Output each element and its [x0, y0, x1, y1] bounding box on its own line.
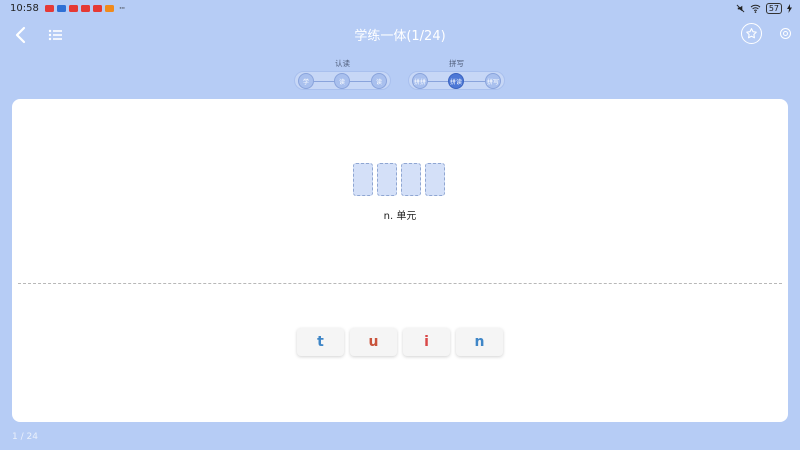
exercise-card: n. 单元 t u i n	[12, 99, 788, 422]
answer-slot[interactable]	[353, 163, 373, 196]
letter-tile[interactable]: n	[456, 328, 503, 356]
mute-icon	[736, 4, 745, 13]
status-bar: 10:58 ··· 57	[0, 0, 800, 17]
favorite-button[interactable]	[741, 23, 762, 44]
answer-slots	[353, 163, 445, 196]
answer-slot[interactable]	[401, 163, 421, 196]
word-meaning: n. 单元	[383, 211, 417, 222]
stage-track: 学 读 读	[294, 71, 391, 90]
letter-options: t u i n	[297, 328, 503, 356]
app-notification-icon	[44, 5, 54, 12]
stage-label: 认读	[335, 59, 350, 68]
stage-group-spell: 拼写 拼拼 拼读 拼写	[408, 58, 505, 92]
system-status: 57	[736, 3, 792, 14]
app-notification-icon	[56, 5, 66, 12]
app-notification-icon	[68, 5, 78, 12]
dashed-divider	[18, 283, 782, 284]
page-indicator: 1 / 24	[12, 432, 38, 442]
stage-step[interactable]: 拼拼	[412, 73, 428, 89]
app-notification-icon	[104, 5, 114, 12]
stage-step[interactable]: 拼读	[448, 73, 464, 89]
app-notification-icon	[92, 5, 102, 12]
stage-step[interactable]: 读	[371, 73, 387, 89]
letter-tile[interactable]: u	[350, 328, 397, 356]
more-notifications-icon: ···	[118, 3, 126, 14]
stage-step[interactable]: 拼写	[485, 73, 501, 89]
stage-step[interactable]: 学	[298, 73, 314, 89]
gear-icon	[780, 28, 791, 39]
letter-tile[interactable]: i	[403, 328, 450, 356]
stage-group-recognize: 认读 学 读 读	[294, 58, 391, 92]
settings-button[interactable]	[776, 24, 795, 43]
stage-label: 拼写	[449, 59, 464, 68]
page-title: 学练一体(1/24)	[354, 29, 446, 44]
charging-icon	[787, 4, 792, 13]
app-bar: 学练一体(1/24)	[0, 18, 800, 50]
app-notification-icon	[80, 5, 90, 12]
answer-slot[interactable]	[425, 163, 445, 196]
letter-tile[interactable]: t	[297, 328, 344, 356]
wifi-icon	[750, 4, 761, 13]
battery-indicator: 57	[765, 3, 782, 14]
status-time: 10:58	[10, 3, 39, 14]
stage-track: 拼拼 拼读 拼写	[408, 71, 505, 90]
stage-step[interactable]: 读	[334, 73, 350, 89]
star-icon	[746, 28, 757, 39]
answer-slot[interactable]	[377, 163, 397, 196]
notification-icons: ···	[44, 3, 126, 14]
